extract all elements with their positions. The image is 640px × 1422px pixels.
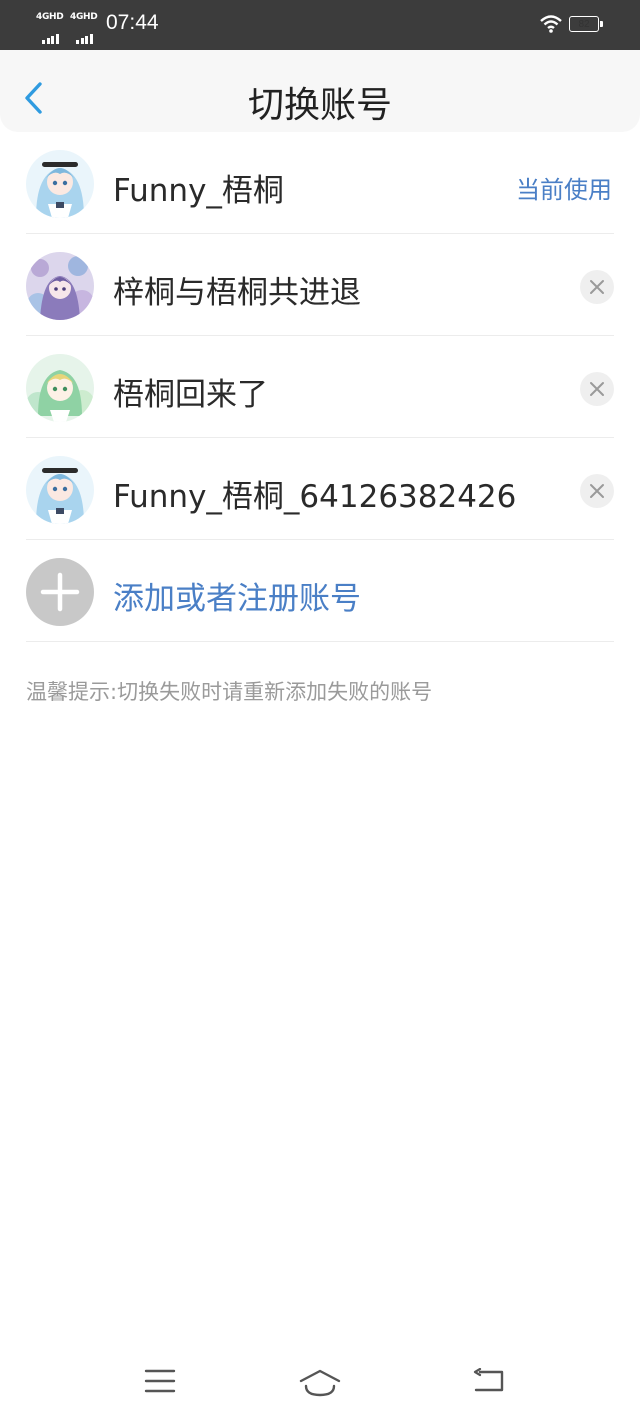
avatar — [26, 354, 94, 422]
account-row[interactable]: 梓桐与梧桐共进退 — [0, 234, 640, 336]
account-name: Funny_梧桐 — [113, 173, 284, 209]
back-icon[interactable] — [472, 1368, 504, 1394]
close-icon — [590, 382, 604, 396]
system-nav-bar — [0, 1360, 640, 1410]
battery-icon: 82 — [569, 16, 599, 32]
anime-avatar-icon — [26, 252, 94, 320]
current-account-badge: 当前使用 — [516, 176, 612, 204]
avatar — [26, 252, 94, 320]
close-icon — [590, 280, 604, 294]
sim1-signal-icon: 4GHD — [36, 12, 68, 44]
page-title: 切换账号 — [247, 85, 392, 126]
close-icon — [590, 484, 604, 498]
sim2-signal-icon: 4GHD — [70, 12, 102, 44]
account-name: 梧桐回来了 — [113, 377, 268, 413]
sim2-network-label: 4GHD — [70, 12, 98, 22]
battery-tip — [600, 21, 603, 27]
tip-text: 温馨提示:切换失败时请重新添加失败的账号 — [26, 680, 433, 704]
remove-account-button[interactable] — [580, 270, 614, 304]
account-list: Funny_梧桐 当前使用 梓桐与梧桐共进退 梧桐回来了 Funny_梧桐_64… — [0, 132, 640, 704]
sim1-network-label: 4GHD — [36, 12, 64, 22]
avatar — [26, 456, 94, 524]
account-row[interactable]: Funny_梧桐 当前使用 — [0, 132, 640, 234]
plus-icon — [40, 572, 80, 612]
account-name: 梓桐与梧桐共进退 — [113, 275, 361, 311]
add-account-button[interactable] — [26, 558, 94, 626]
add-account-label[interactable]: 添加或者注册账号 — [113, 573, 361, 618]
divider — [26, 641, 614, 642]
battery-percent: 82 — [578, 18, 590, 30]
menu-icon[interactable] — [144, 1368, 176, 1394]
account-name: Funny_梧桐_64126382426 — [113, 479, 517, 515]
account-row[interactable]: Funny_梧桐_64126382426 — [0, 438, 640, 540]
remove-account-button[interactable] — [580, 474, 614, 508]
header: 切换账号 — [0, 50, 640, 132]
remove-account-button[interactable] — [580, 372, 614, 406]
add-account-row[interactable]: 添加或者注册账号 — [0, 540, 640, 642]
anime-avatar-icon — [26, 354, 94, 422]
status-bar: 4GHD 4GHD 07:44 82 — [0, 0, 640, 50]
clock: 07:44 — [106, 11, 159, 34]
anime-avatar-icon — [26, 456, 94, 524]
anime-avatar-icon — [26, 150, 94, 218]
home-icon[interactable] — [298, 1368, 342, 1398]
avatar — [26, 150, 94, 218]
wifi-icon — [540, 15, 562, 33]
account-row[interactable]: 梧桐回来了 — [0, 336, 640, 438]
